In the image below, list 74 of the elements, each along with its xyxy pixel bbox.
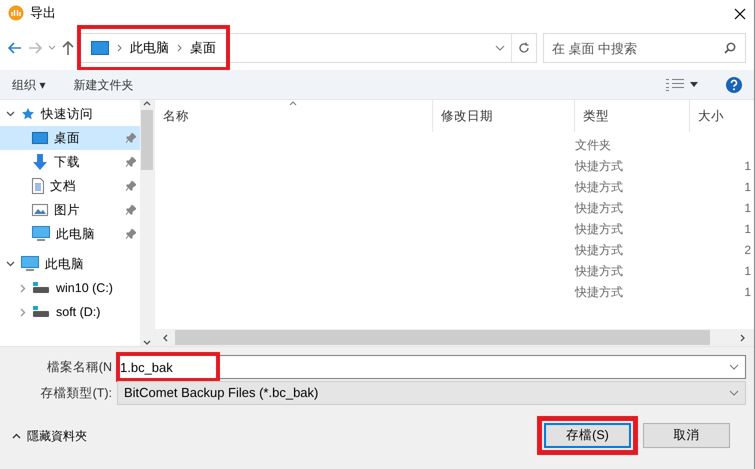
refresh-icon[interactable] bbox=[518, 42, 530, 54]
chevron-down-icon[interactable] bbox=[495, 45, 505, 51]
search-field[interactable]: 在 桌面 中搜索 bbox=[543, 33, 746, 63]
table-cell: 1 bbox=[744, 264, 751, 278]
drive-icon bbox=[32, 306, 50, 318]
new-folder-button[interactable]: 新建文件夹 bbox=[73, 76, 134, 94]
column-header[interactable]: 修改日期 bbox=[441, 106, 493, 126]
up-arrow-icon[interactable] bbox=[62, 41, 74, 55]
breadcrumb-item[interactable]: 此电脑 bbox=[130, 38, 169, 58]
caret-down-icon[interactable] bbox=[690, 82, 698, 87]
sidebar-item[interactable]: 快速访问 bbox=[0, 102, 140, 126]
chevron-up-icon bbox=[12, 432, 21, 438]
table-cell: 1 bbox=[744, 222, 751, 236]
sidebar-item[interactable]: 桌面 bbox=[0, 126, 140, 150]
column-header[interactable]: 类型 bbox=[583, 106, 609, 126]
scrollbar-thumb[interactable] bbox=[175, 330, 710, 345]
organize-menu[interactable]: 组织 ▾ bbox=[12, 76, 46, 94]
table-cell-text: 快捷方式 bbox=[575, 179, 624, 196]
picture-icon bbox=[32, 203, 48, 217]
column-header[interactable]: 名称 bbox=[163, 106, 189, 126]
document-icon bbox=[32, 178, 44, 194]
chevron-down-icon bbox=[729, 390, 739, 396]
chevron-right-icon[interactable] bbox=[20, 308, 26, 316]
sidebar-item[interactable]: soft (D:) bbox=[0, 300, 140, 324]
computer-icon bbox=[32, 226, 50, 242]
scroll-right-icon[interactable] bbox=[740, 334, 746, 342]
hide-folders-toggle[interactable]: 隱藏資料夾 bbox=[0, 426, 87, 444]
search-icon bbox=[724, 42, 736, 54]
table-cell-text: 快捷方式 bbox=[575, 242, 624, 259]
column-header[interactable]: 大小 bbox=[698, 106, 724, 126]
scroll-left-icon[interactable] bbox=[162, 334, 168, 342]
computer-icon bbox=[21, 256, 39, 272]
back-arrow-icon[interactable] bbox=[8, 42, 22, 54]
cancel-button[interactable]: 取消 bbox=[643, 423, 730, 448]
sidebar-item[interactable]: 下载 bbox=[0, 150, 140, 174]
sidebar-item[interactable]: 此电脑 bbox=[0, 222, 140, 246]
scroll-down-icon[interactable] bbox=[143, 340, 151, 346]
breadcrumb-item[interactable]: 桌面 bbox=[190, 38, 216, 58]
sidebar-item[interactable]: 文档 bbox=[0, 174, 140, 198]
table-cell: 1 bbox=[744, 285, 751, 299]
scrollbar-thumb[interactable] bbox=[141, 110, 153, 170]
sidebar-item[interactable]: 图片 bbox=[0, 198, 140, 222]
chevron-right-icon bbox=[177, 44, 182, 52]
field-label: 存檔類型(T): bbox=[40, 384, 113, 402]
table-cell: 1 bbox=[744, 201, 751, 215]
table-cell-text: 快捷方式 bbox=[575, 284, 624, 301]
chevron-down-icon[interactable] bbox=[6, 111, 15, 117]
star-icon bbox=[21, 107, 35, 121]
chevron-right-icon bbox=[117, 44, 122, 52]
table-cell: 2 bbox=[744, 243, 751, 257]
table-cell: 1 bbox=[744, 180, 751, 194]
file-type-dropdown[interactable]: BitComet Backup Files (*.bc_bak) bbox=[117, 381, 746, 405]
table-cell-text: 快捷方式 bbox=[575, 200, 624, 217]
table-cell: 1 bbox=[744, 159, 751, 173]
chevron-down-icon[interactable] bbox=[6, 261, 15, 267]
sidebar-item[interactable]: win10 (C:) bbox=[0, 276, 140, 300]
window-title: 导出 bbox=[30, 4, 56, 22]
drive-icon bbox=[32, 282, 50, 294]
table-cell-text: 文件夹 bbox=[575, 137, 612, 154]
table-cell-text: 快捷方式 bbox=[575, 221, 624, 238]
scroll-up-icon[interactable] bbox=[143, 100, 151, 106]
computer-icon bbox=[91, 41, 109, 55]
app-icon bbox=[8, 5, 24, 21]
close-icon bbox=[734, 8, 746, 20]
down-arrow-icon bbox=[32, 154, 48, 170]
table-cell-text: 快捷方式 bbox=[575, 263, 624, 280]
help-icon[interactable] bbox=[726, 76, 742, 92]
field-label: 檔案名稱(N bbox=[46, 358, 113, 376]
desktop-icon bbox=[32, 131, 48, 145]
table-cell-text: 快捷方式 bbox=[575, 158, 624, 175]
save-button[interactable]: 存檔(S) bbox=[544, 423, 631, 448]
view-list-icon[interactable] bbox=[666, 78, 684, 90]
chevron-right-icon[interactable] bbox=[20, 284, 26, 292]
sidebar-item[interactable]: 此电脑 bbox=[0, 252, 140, 276]
